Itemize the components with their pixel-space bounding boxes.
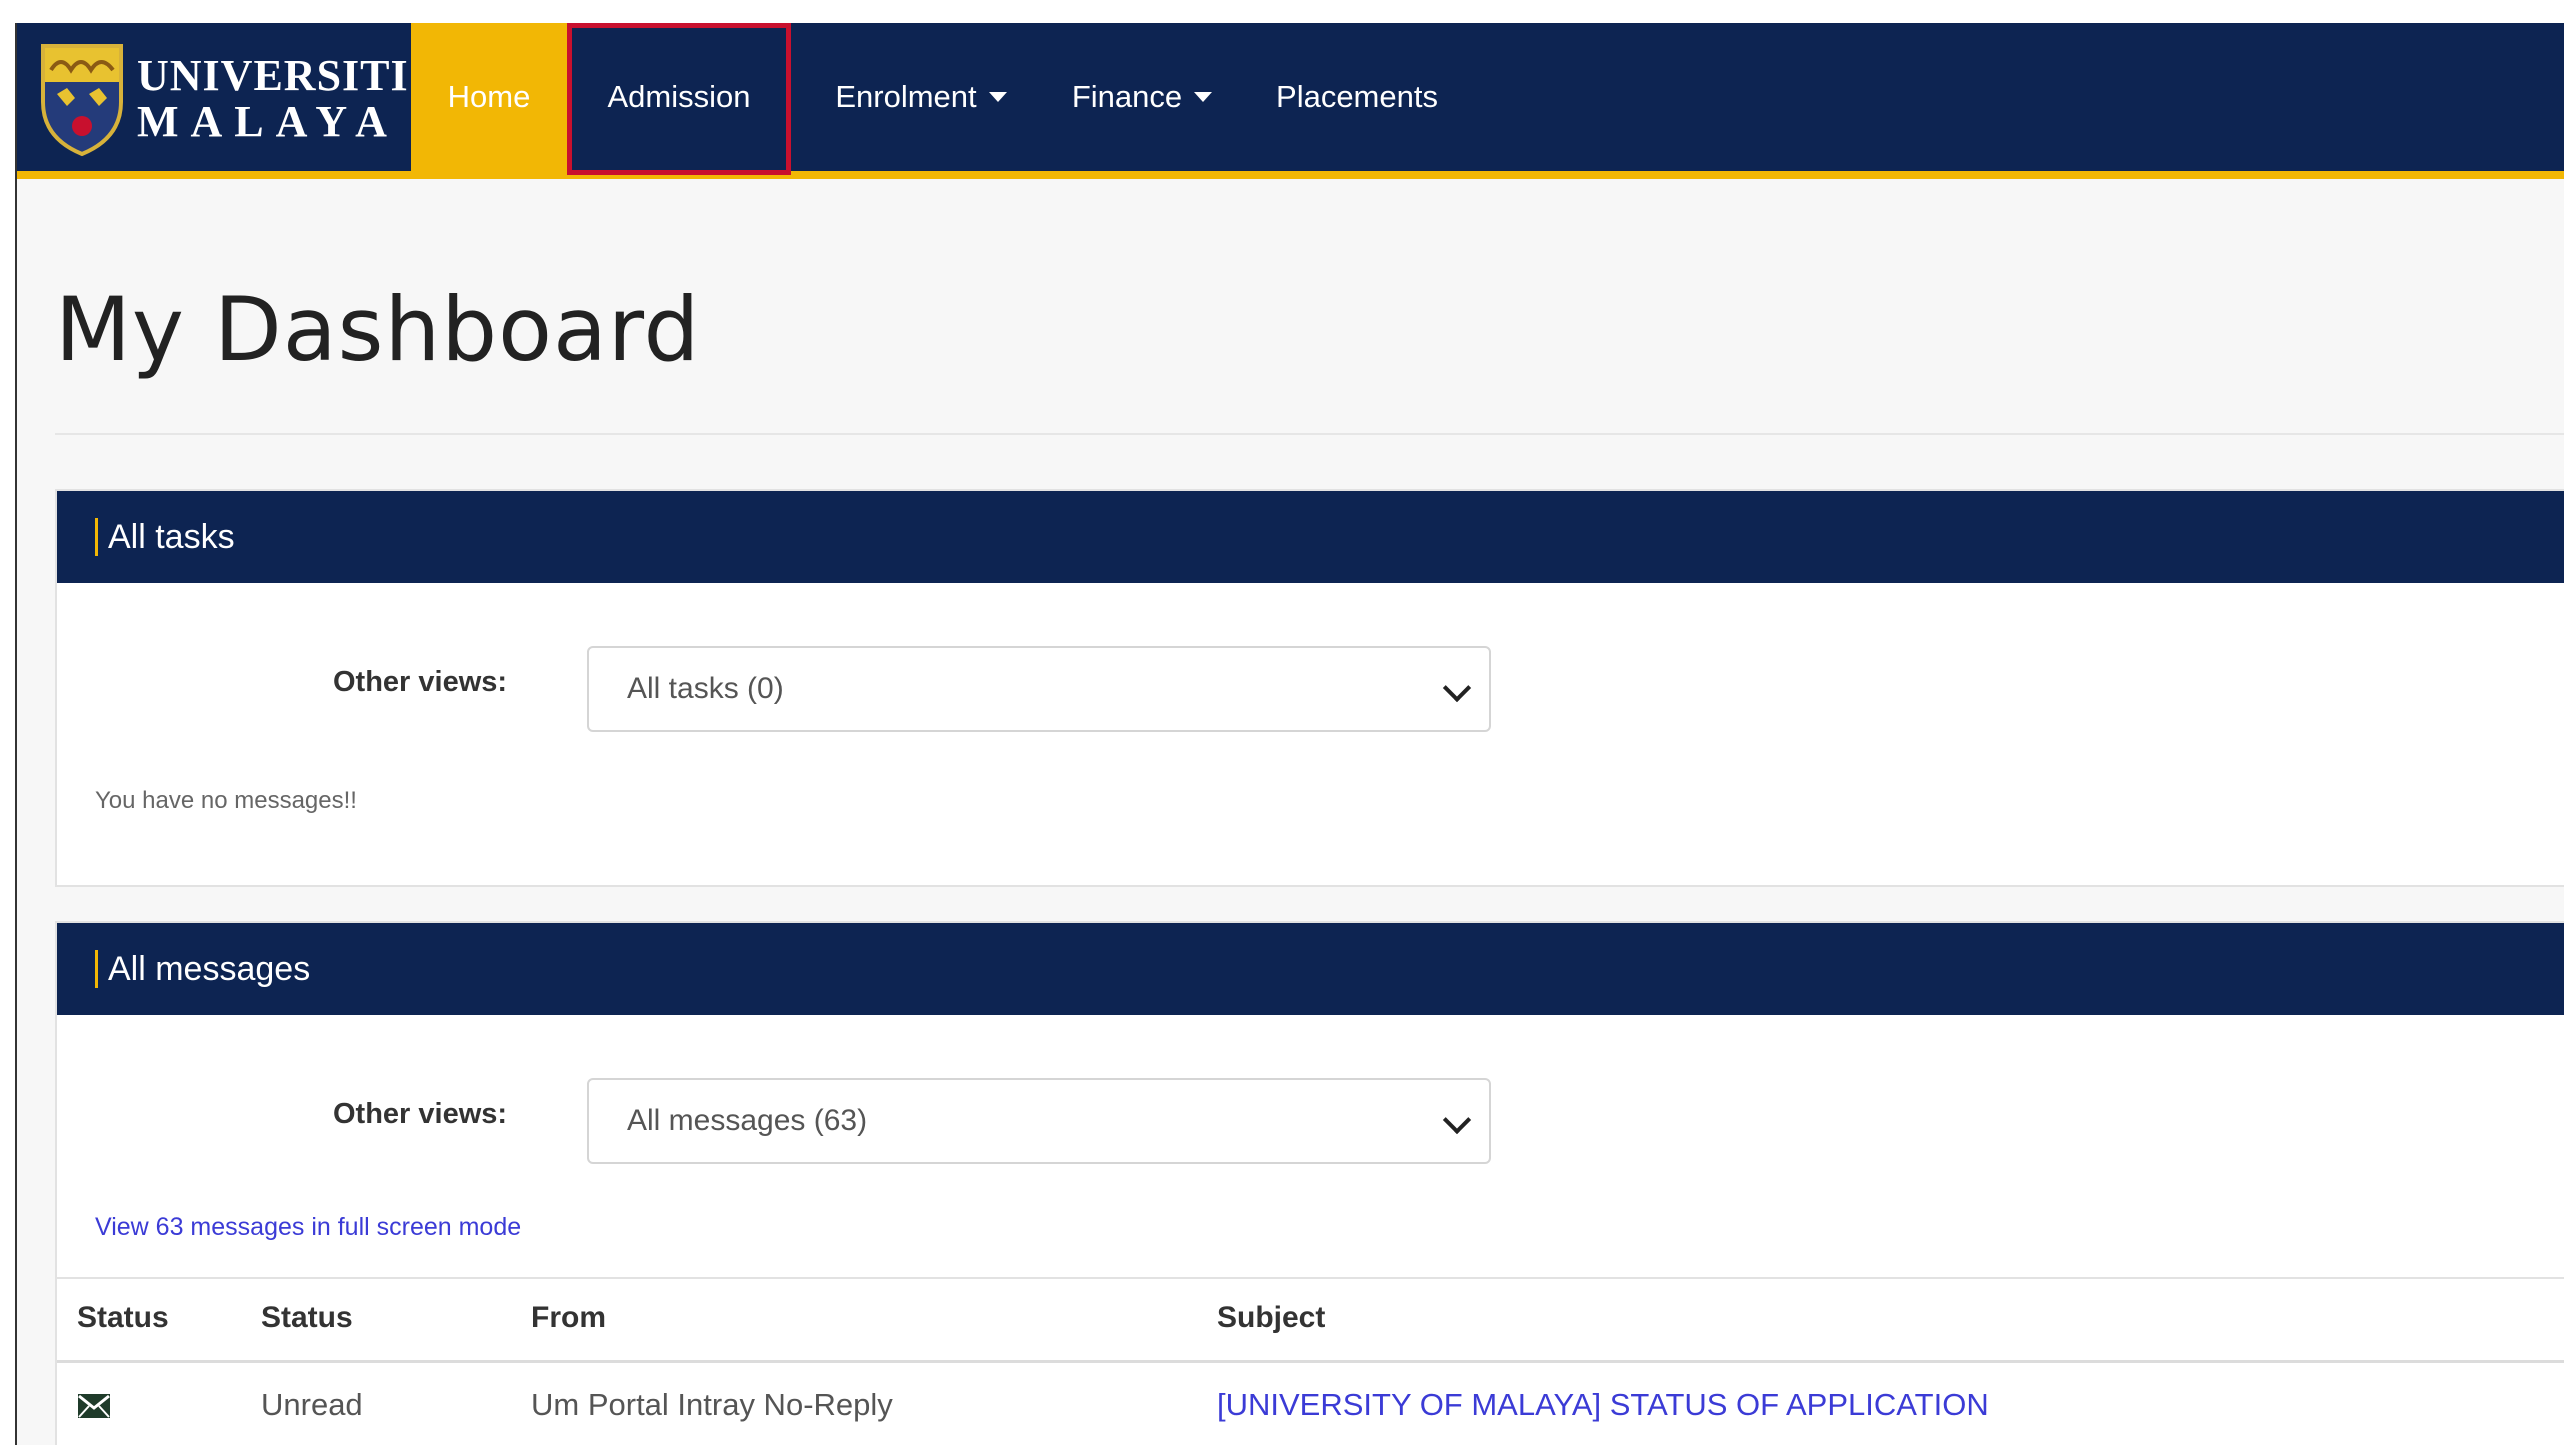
tasks-views-label: Other views: bbox=[333, 666, 508, 698]
header-accent-bar bbox=[95, 950, 98, 988]
nav-home-label: Home bbox=[447, 79, 531, 114]
title-divider bbox=[55, 433, 2564, 435]
messages-table-header: Status Status From Subject bbox=[57, 1277, 2564, 1363]
browser-viewport: UNIVERSITI MALAYA Home Admission Enrolme… bbox=[15, 23, 2564, 1445]
nav-home[interactable]: Home bbox=[411, 23, 567, 171]
tasks-panel: All tasks Other views: All tasks (0) You… bbox=[55, 489, 2564, 887]
nav-enrolment-label: Enrolment bbox=[835, 79, 977, 114]
tasks-panel-title: All tasks bbox=[108, 517, 235, 556]
nav-placements-label: Placements bbox=[1276, 79, 1438, 114]
messages-views-select[interactable]: All messages (63) bbox=[587, 1078, 1491, 1164]
nav-enrolment[interactable]: Enrolment bbox=[821, 23, 1021, 171]
page-title: My Dashboard bbox=[55, 278, 701, 381]
envelope-icon bbox=[78, 1394, 110, 1418]
column-header-status[interactable]: Status bbox=[261, 1301, 353, 1335]
chevron-down-icon bbox=[1442, 673, 1472, 703]
tasks-panel-header: All tasks bbox=[57, 491, 2564, 583]
column-header-subject[interactable]: Subject bbox=[1217, 1301, 1325, 1335]
messages-views-label: Other views: bbox=[333, 1098, 508, 1130]
university-logo[interactable]: UNIVERSITI MALAYA bbox=[37, 29, 427, 169]
nav-finance-label: Finance bbox=[1071, 79, 1183, 114]
nav-placements[interactable]: Placements bbox=[1262, 23, 1452, 171]
crest-icon bbox=[41, 44, 123, 157]
messages-selected-view: All messages (63) bbox=[627, 1104, 868, 1137]
caret-down-icon bbox=[988, 92, 1007, 102]
messages-panel-title: All messages bbox=[108, 949, 311, 988]
message-subject-link[interactable]: [UNIVERSITY OF MALAYA] STATUS OF APPLICA… bbox=[1217, 1387, 1989, 1423]
messages-panel-header: All messages bbox=[57, 923, 2564, 1015]
column-header-status-icon[interactable]: Status bbox=[77, 1301, 169, 1335]
column-header-from[interactable]: From bbox=[531, 1301, 606, 1335]
message-from: Um Portal Intray No-Reply bbox=[531, 1387, 893, 1422]
tasks-views-select[interactable]: All tasks (0) bbox=[587, 646, 1491, 732]
message-status: Unread bbox=[261, 1387, 363, 1422]
nav-finance[interactable]: Finance bbox=[1057, 23, 1227, 171]
top-navbar: UNIVERSITI MALAYA Home Admission Enrolme… bbox=[17, 23, 2564, 179]
admission-highlight-box bbox=[567, 23, 791, 175]
logo-line1: UNIVERSITI bbox=[137, 51, 409, 100]
messages-panel: All messages Other views: All messages (… bbox=[55, 921, 2564, 1445]
fullscreen-messages-link[interactable]: View 63 messages in full screen mode bbox=[95, 1213, 521, 1242]
caret-down-icon bbox=[1194, 92, 1213, 102]
logo-line2: MALAYA bbox=[137, 97, 399, 146]
tasks-empty-text: You have no messages!! bbox=[95, 787, 357, 814]
header-accent-bar bbox=[95, 518, 98, 556]
tasks-selected-view: All tasks (0) bbox=[627, 672, 784, 705]
chevron-down-icon bbox=[1442, 1105, 1472, 1135]
table-row[interactable]: Unread Um Portal Intray No-Reply [UNIVER… bbox=[57, 1363, 2564, 1445]
